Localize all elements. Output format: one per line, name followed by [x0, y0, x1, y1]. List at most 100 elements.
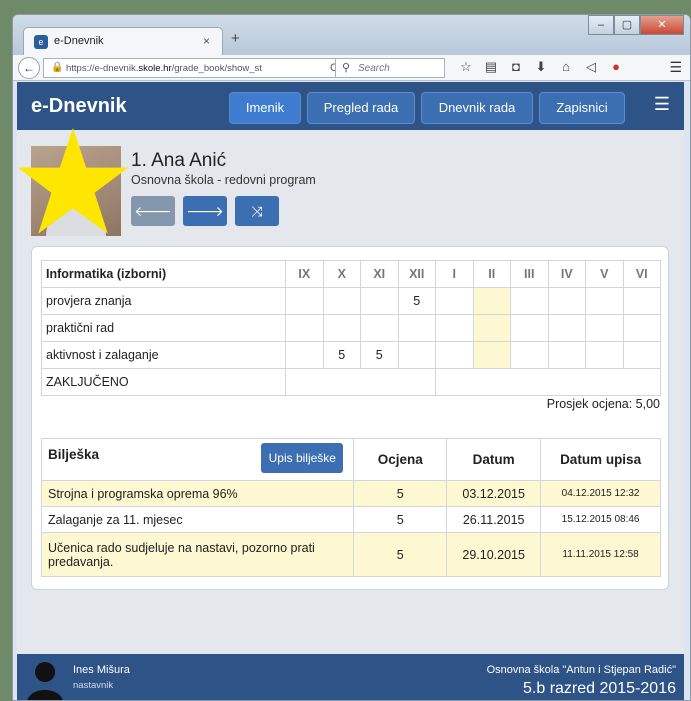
- final-grade-first-half[interactable]: [285, 368, 436, 396]
- month-header: XII: [397, 260, 436, 288]
- grade-cell[interactable]: [622, 287, 661, 315]
- address-bar[interactable]: 🔒 https://e-dnevnik.skole.hr/grade_book/…: [43, 58, 345, 78]
- note-date: 03.12.2015: [446, 480, 542, 507]
- notes-table: Bilješka Upis bilješke Ocjena Datum Datu…: [40, 438, 661, 577]
- note-row[interactable]: Učenica rado sudjeluje na nastavi, pozor…: [40, 532, 661, 577]
- grade-row: provjera znanja 5: [41, 287, 661, 315]
- note-text: Učenica rado sudjeluje na nastavi, pozor…: [40, 532, 355, 577]
- grade-category-label: provjera znanja: [41, 287, 286, 315]
- url-prefix: https://e-dnevnik.: [66, 63, 139, 74]
- note-entry-date: 04.12.2015 12:32: [540, 480, 661, 507]
- grade-cell[interactable]: [472, 287, 511, 315]
- student-name: 1. Ana Anić: [131, 150, 227, 171]
- grades-header-row: Informatika (izborni) IX X XI XII I II I…: [41, 260, 661, 288]
- month-header: IX: [285, 260, 324, 288]
- grade-cell[interactable]: [510, 314, 549, 342]
- window-close-icon[interactable]: ✕: [640, 15, 684, 35]
- home-icon[interactable]: ⌂: [555, 59, 577, 75]
- grade-cell[interactable]: [547, 341, 586, 369]
- share-icon[interactable]: ◁: [580, 59, 602, 75]
- grade-cell[interactable]: 5: [397, 287, 436, 315]
- note-row[interactable]: Strojna i programska oprema 96% 5 03.12.…: [40, 480, 661, 507]
- grade-cell[interactable]: [585, 287, 624, 315]
- grade-cell[interactable]: [360, 314, 399, 342]
- grade-cell[interactable]: [435, 314, 474, 342]
- note-row[interactable]: Zalaganje za 11. mjesec 5 26.11.2015 15.…: [40, 506, 661, 533]
- hamburger-menu-icon[interactable]: ☰: [654, 94, 670, 115]
- url-domain: skole.hr: [138, 63, 172, 74]
- grade-cell[interactable]: [285, 287, 324, 315]
- minimize-icon[interactable]: –: [588, 15, 614, 35]
- note-date: 26.11.2015: [446, 506, 542, 533]
- grade-cell[interactable]: [285, 314, 324, 342]
- nav-pregled-rada[interactable]: Pregled rada: [307, 92, 415, 124]
- grade-cell[interactable]: [322, 287, 361, 315]
- grade-cell[interactable]: [322, 314, 361, 342]
- teacher-name: Ines Mišura: [73, 664, 130, 676]
- student-program: Osnovna škola - redovni program: [131, 173, 316, 187]
- new-tab-icon[interactable]: +: [231, 30, 240, 47]
- previous-student-button[interactable]: 🡐: [131, 196, 175, 226]
- download-icon[interactable]: ⬇: [530, 59, 552, 75]
- browser-tab[interactable]: e e-Dnevnik ×: [23, 27, 223, 55]
- nav-zapisnici[interactable]: Zapisnici: [539, 92, 625, 124]
- app-page: e-Dnevnik Imenik Pregled rada Dnevnik ra…: [17, 82, 684, 700]
- browser-menu-icon[interactable]: ☰: [669, 59, 682, 76]
- notes-header-label: Bilješka: [48, 447, 100, 462]
- grade-cell[interactable]: [435, 341, 474, 369]
- grade-average: Prosjek ocjena: 5,00: [546, 397, 660, 411]
- grade-cell[interactable]: [622, 341, 661, 369]
- grade-cell[interactable]: [472, 341, 511, 369]
- grade-cell[interactable]: [397, 341, 436, 369]
- nav-dnevnik-rada[interactable]: Dnevnik rada: [421, 92, 533, 124]
- grade-cell[interactable]: [585, 314, 624, 342]
- grade-cell[interactable]: 5: [322, 341, 361, 369]
- random-student-button[interactable]: ⤨: [235, 196, 279, 226]
- grade-cell[interactable]: [585, 341, 624, 369]
- star-icon: [17, 128, 129, 234]
- notes-header-entry-date: Datum upisa: [540, 438, 661, 481]
- grade-category-label: aktivnost i zalaganje: [41, 341, 286, 369]
- grade-row: praktični rad: [41, 314, 661, 342]
- note-grade: 5: [353, 480, 448, 507]
- adblock-icon[interactable]: ●: [605, 59, 627, 75]
- grade-cell[interactable]: [547, 287, 586, 315]
- arrow-right-icon: 🡒: [186, 203, 224, 219]
- window-controls: – ▢ ✕: [588, 15, 684, 35]
- month-header: II: [472, 260, 511, 288]
- pocket-icon[interactable]: ◘: [505, 59, 527, 75]
- next-student-button[interactable]: 🡒: [183, 196, 227, 226]
- final-grade-label: ZAKLJUČENO: [41, 368, 286, 396]
- grade-cell[interactable]: [472, 314, 511, 342]
- grade-cell[interactable]: [510, 341, 549, 369]
- nav-imenik[interactable]: Imenik: [229, 92, 301, 124]
- grade-category-label: praktični rad: [41, 314, 286, 342]
- grade-cell[interactable]: 5: [360, 341, 399, 369]
- search-icon: ⚲: [342, 62, 351, 74]
- bookmark-star-icon[interactable]: ☆: [455, 59, 477, 75]
- grade-cell[interactable]: [547, 314, 586, 342]
- tab-close-icon[interactable]: ×: [203, 34, 210, 48]
- grade-cell[interactable]: [622, 314, 661, 342]
- browser-window: e e-Dnevnik × + – ▢ ✕ ← 🔒 https://e-dnev…: [12, 14, 691, 701]
- maximize-icon[interactable]: ▢: [614, 15, 640, 35]
- final-grade-second-half[interactable]: [435, 368, 661, 396]
- month-header: III: [510, 260, 549, 288]
- grade-cell[interactable]: [510, 287, 549, 315]
- search-input[interactable]: ⚲ Search: [335, 58, 445, 78]
- favicon-icon: e: [34, 35, 48, 49]
- month-header: XI: [360, 260, 399, 288]
- browser-titlebar: e e-Dnevnik × + – ▢ ✕: [13, 15, 690, 55]
- notes-header-date: Datum: [446, 438, 542, 481]
- grade-cell[interactable]: [360, 287, 399, 315]
- back-arrow-icon[interactable]: ←: [18, 57, 40, 79]
- grade-cell[interactable]: [435, 287, 474, 315]
- grade-cell[interactable]: [285, 341, 324, 369]
- app-logo[interactable]: e-Dnevnik: [31, 95, 127, 118]
- shuffle-icon: ⤨: [251, 203, 263, 219]
- reading-list-icon[interactable]: ▤: [480, 59, 502, 75]
- grade-cell[interactable]: [397, 314, 436, 342]
- add-note-button[interactable]: Upis bilješke: [261, 443, 344, 473]
- school-name: Osnovna škola "Antun i Stjepan Radić": [486, 664, 676, 676]
- notes-header-note: Bilješka Upis bilješke: [40, 438, 355, 481]
